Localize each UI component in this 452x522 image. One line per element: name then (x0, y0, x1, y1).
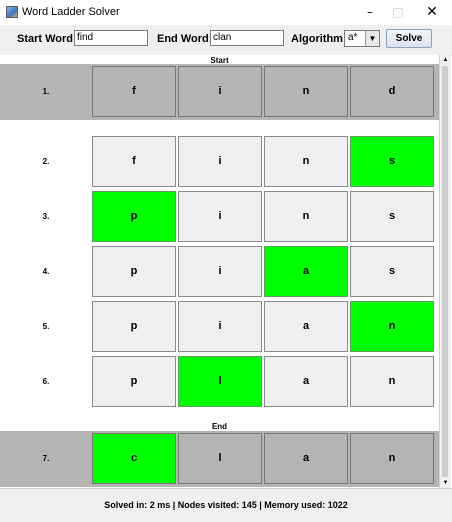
row-number: 7. (42, 454, 50, 463)
letter-cell: s (350, 246, 434, 297)
scroll-up-icon[interactable]: ▲ (440, 55, 451, 65)
end-word-input[interactable]: clan (210, 30, 284, 46)
letter-cell: p (92, 301, 176, 352)
letter-cell: f (92, 136, 176, 187)
window-title: Word Ladder Solver (22, 6, 120, 18)
letter-cell: i (178, 66, 262, 117)
row-number: 6. (42, 377, 50, 386)
letter-cell: i (178, 301, 262, 352)
row-number: 2. (42, 157, 50, 166)
chevron-down-icon[interactable]: ▼ (365, 31, 379, 46)
status-bar: Solved in: 2 ms | Nodes visited: 145 | M… (0, 488, 452, 522)
toolbar: Start Word: find End Word: clan Algorith… (0, 25, 452, 56)
end-label: End (211, 422, 228, 431)
close-icon[interactable]: ✕ (418, 2, 446, 22)
letter-cell: n (350, 433, 434, 484)
end-word-label: End Word: (157, 33, 213, 45)
letter-cell: n (350, 356, 434, 407)
algorithm-select[interactable]: a* ▼ (344, 30, 380, 47)
start-word-label: Start Word: (17, 33, 77, 45)
vertical-scrollbar[interactable]: ▲ ▼ (439, 55, 451, 488)
letter-cell: n (264, 66, 348, 117)
solve-button[interactable]: Solve (386, 29, 432, 48)
ladder-row: 5. p i a n (0, 299, 439, 355)
scroll-down-icon[interactable]: ▼ (440, 478, 451, 488)
letter-cell: i (178, 246, 262, 297)
letter-cell: p (92, 246, 176, 297)
minimize-icon[interactable]: – (356, 2, 384, 22)
letter-cell-changed: s (350, 136, 434, 187)
algorithm-value: a* (348, 32, 358, 43)
ladder-row: 7. c l a n (0, 431, 439, 487)
row-number: 5. (42, 322, 50, 331)
letter-cell: f (92, 66, 176, 117)
letter-cell: a (264, 356, 348, 407)
ladder-row: 1. f i n d (0, 64, 439, 120)
letter-cell: i (178, 191, 262, 242)
maximize-icon[interactable]: □ (384, 2, 412, 22)
ladder-row: 4. p i a s (0, 244, 439, 300)
letter-cell-changed: n (350, 301, 434, 352)
row-number: 1. (42, 87, 50, 96)
letter-cell: n (264, 136, 348, 187)
ladder-row: 3. p i n s (0, 189, 439, 245)
row-number: 3. (42, 212, 50, 221)
ladder-panel: Start End 1. f i n d 2. f i n s 3. p i n s 4. p i a s 5. p i a n… (0, 55, 439, 488)
letter-cell: l (178, 433, 262, 484)
title-bar: Word Ladder Solver – □ ✕ (0, 0, 452, 25)
letter-cell-changed: l (178, 356, 262, 407)
algorithm-label: Algorithm: (291, 33, 347, 45)
letter-cell-changed: a (264, 246, 348, 297)
letter-cell: a (264, 301, 348, 352)
letter-cell: d (350, 66, 434, 117)
letter-cell: a (264, 433, 348, 484)
start-word-input[interactable]: find (74, 30, 148, 46)
row-number: 4. (42, 267, 50, 276)
ladder-row: 6. p l a n (0, 354, 439, 410)
letter-cell: p (92, 356, 176, 407)
letter-cell-changed: p (92, 191, 176, 242)
app-icon (6, 6, 18, 18)
scroll-thumb[interactable] (442, 66, 448, 477)
letter-cell: n (264, 191, 348, 242)
letter-cell-changed: c (92, 433, 176, 484)
letter-cell: s (350, 191, 434, 242)
ladder-row: 2. f i n s (0, 134, 439, 190)
letter-cell: i (178, 136, 262, 187)
